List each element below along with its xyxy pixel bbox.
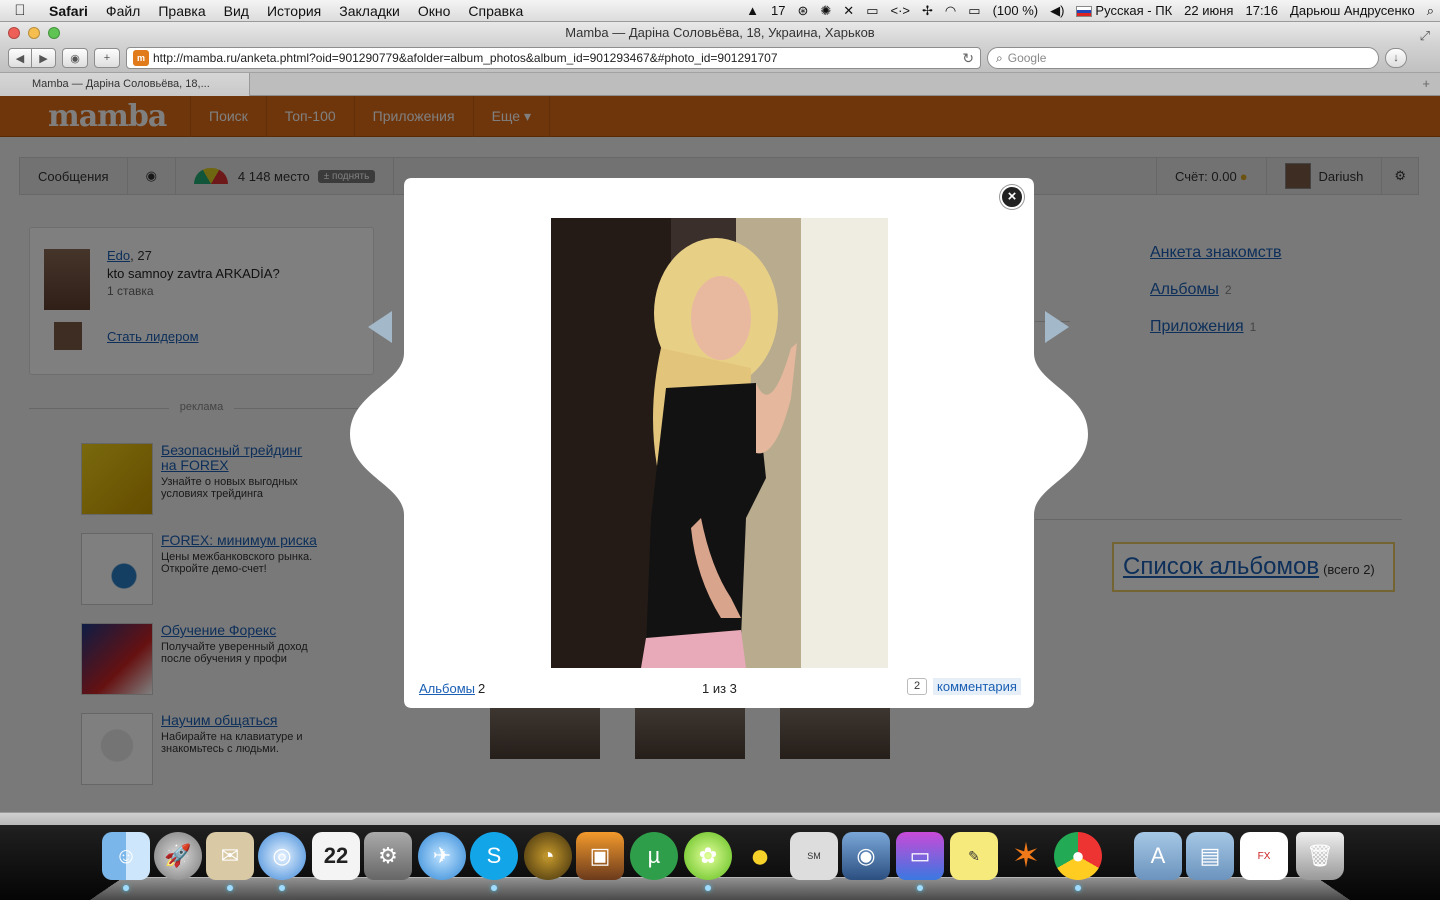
history-nav: ◀ ▶ bbox=[8, 48, 56, 68]
running-indicator bbox=[279, 885, 285, 891]
radar-icon[interactable]: ◔ bbox=[524, 832, 572, 880]
script-icon[interactable]: ⊛ bbox=[791, 3, 814, 19]
menu-edit[interactable]: Правка bbox=[149, 3, 214, 19]
volume-icon[interactable]: ◀) bbox=[1044, 3, 1070, 19]
monitor-icon[interactable]: ▭ bbox=[860, 3, 884, 19]
address-bar[interactable]: m http://mamba.ru/anketa.phtml?oid=90129… bbox=[126, 47, 981, 69]
webpage: mamba Поиск Топ-100 Приложения Еще ▾ Соо… bbox=[0, 96, 1440, 812]
downloads-button[interactable]: ↓ bbox=[1385, 48, 1407, 68]
documents-folder-icon[interactable]: ▤ bbox=[1186, 832, 1234, 880]
menu-view[interactable]: Вид bbox=[215, 3, 258, 19]
battery-percent[interactable]: (100 %) bbox=[987, 3, 1045, 18]
menubar-status-area: ▲ 17 ⊛ ✺ ✕ ▭ <·> ✢ ◠ ▭ (100 %) ◀) Русска… bbox=[740, 3, 1440, 19]
launchpad-icon[interactable]: 🚀 bbox=[154, 832, 202, 880]
finder-icon[interactable]: ☺ bbox=[102, 832, 150, 880]
running-indicator bbox=[491, 885, 497, 891]
menubar-time[interactable]: 17:16 bbox=[1239, 3, 1284, 18]
window-bottom-edge bbox=[0, 812, 1440, 825]
skype-icon[interactable]: S bbox=[470, 832, 518, 880]
window-controls bbox=[8, 27, 60, 39]
comments[interactable]: 2 комментария bbox=[907, 678, 1021, 695]
window-title: Mamba — Даріна Соловьёва, 18, Украина, Х… bbox=[565, 25, 875, 40]
safari-icon[interactable]: ◎ bbox=[258, 832, 306, 880]
mail-icon[interactable]: ✉ bbox=[206, 832, 254, 880]
new-tab-icon[interactable]: + bbox=[1422, 76, 1430, 91]
input-source-label: Русская - ПК bbox=[1095, 3, 1173, 18]
photo-image bbox=[551, 218, 888, 668]
photo-counter: 1 из 3 bbox=[702, 681, 737, 696]
browser-toolbar: ◀ ▶ ◉ + m http://mamba.ru/anketa.phtml?o… bbox=[0, 44, 1440, 72]
applications-folder-icon[interactable]: A bbox=[1134, 832, 1182, 880]
menu-history[interactable]: История bbox=[258, 3, 330, 19]
running-indicator bbox=[1075, 885, 1081, 891]
prev-photo-arrow-icon[interactable] bbox=[368, 311, 392, 343]
close-icon[interactable]: × bbox=[1000, 185, 1024, 209]
back-button[interactable]: ◀ bbox=[8, 48, 32, 68]
utorrent-icon[interactable]: µ bbox=[630, 832, 678, 880]
forex-app-icon[interactable]: FX bbox=[1240, 832, 1288, 880]
dock: ☺ 🚀 ✉ ◎ 22 ⚙ ✈ S ◔ ▣ µ ✿ ● SM ◉ ▭ ✎ ✶ ● … bbox=[100, 832, 1350, 891]
tools-icon[interactable]: ✕ bbox=[837, 3, 860, 19]
avast-icon[interactable]: ✶ bbox=[1002, 832, 1050, 880]
ical-icon[interactable]: 22 bbox=[312, 832, 360, 880]
bluetooth-icon[interactable]: ✢ bbox=[916, 3, 939, 19]
system-preferences-icon[interactable]: ⚙ bbox=[364, 832, 412, 880]
modal-albums-count: 2 bbox=[478, 681, 486, 696]
facetime-icon[interactable]: ◉ bbox=[842, 832, 890, 880]
modal-albums: Альбомы 2 bbox=[419, 681, 485, 696]
close-window-button[interactable] bbox=[8, 27, 20, 39]
menubar-date[interactable]: 22 июня bbox=[1178, 3, 1239, 18]
forward-button[interactable]: ▶ bbox=[32, 48, 56, 68]
spotlight-icon[interactable]: ⌕ bbox=[1421, 3, 1440, 19]
menu-help[interactable]: Справка bbox=[459, 3, 532, 19]
add-bookmark-button[interactable]: + bbox=[94, 48, 120, 68]
running-indicator bbox=[917, 885, 923, 891]
tab-mamba[interactable]: Mamba — Даріна Соловьёва, 18,... bbox=[0, 73, 250, 96]
imac-icon[interactable]: ▭ bbox=[896, 832, 944, 880]
minimize-window-button[interactable] bbox=[28, 27, 40, 39]
search-field[interactable]: ⌕ Google bbox=[987, 47, 1379, 69]
search-icon: ⌕ bbox=[996, 50, 1003, 65]
search-placeholder: Google bbox=[1007, 51, 1047, 65]
app-status-icon[interactable]: ✺ bbox=[814, 3, 837, 19]
screenshot-button[interactable]: ◉ bbox=[62, 48, 88, 68]
menubar-user[interactable]: Дарьюш Андрусенко bbox=[1284, 3, 1421, 18]
adium-icon[interactable]: ● bbox=[736, 832, 784, 880]
menu-file[interactable]: Файл bbox=[97, 3, 149, 19]
menu-window[interactable]: Окно bbox=[409, 3, 460, 19]
wifi-icon[interactable]: ◠ bbox=[939, 3, 962, 19]
menu-app-name[interactable]: Safari bbox=[40, 3, 97, 19]
trash-icon[interactable]: 🗑 bbox=[1296, 832, 1344, 880]
menu-bookmarks[interactable]: Закладки bbox=[330, 3, 409, 19]
modal-albums-link[interactable]: Альбомы bbox=[419, 681, 475, 696]
reload-icon[interactable]: ↻ bbox=[962, 50, 974, 67]
battery-icon[interactable]: ▭ bbox=[962, 3, 986, 19]
mac-menubar:  Safari Файл Правка Вид История Закладк… bbox=[0, 0, 1440, 22]
chrome-icon[interactable]: ● bbox=[1054, 832, 1102, 880]
stickies-icon[interactable]: ✎ bbox=[950, 832, 998, 880]
tab-bar: Mamba — Даріна Соловьёва, 18,... + bbox=[0, 72, 1440, 96]
running-indicator bbox=[123, 885, 129, 891]
zoom-window-button[interactable] bbox=[48, 27, 60, 39]
solution-menu-icon[interactable]: SM bbox=[790, 832, 838, 880]
russian-flag-icon bbox=[1076, 6, 1093, 18]
icq-icon[interactable]: ✿ bbox=[684, 832, 732, 880]
code-icon[interactable]: <·> bbox=[885, 3, 917, 18]
main-photo[interactable] bbox=[551, 218, 888, 668]
running-indicator bbox=[705, 885, 711, 891]
input-source[interactable]: Русская - ПК bbox=[1070, 3, 1178, 18]
url-text: http://mamba.ru/anketa.phtml?oid=9012907… bbox=[153, 51, 778, 65]
mamba-favicon-icon: m bbox=[133, 50, 149, 66]
photo-viewer: × Альбомы 2 1 из 3 2 комментария bbox=[404, 178, 1034, 708]
mail-bird-icon[interactable]: ✈ bbox=[418, 832, 466, 880]
calendar-badge[interactable]: 17 bbox=[765, 3, 791, 18]
adobe-icon[interactable]: ▲ bbox=[740, 3, 765, 18]
comments-link[interactable]: комментария bbox=[933, 678, 1021, 695]
apple-menu-icon[interactable]:  bbox=[0, 2, 40, 19]
running-indicator bbox=[227, 885, 233, 891]
iphoto-icon[interactable]: ▣ bbox=[576, 832, 624, 880]
comment-bubble-icon: 2 bbox=[907, 678, 927, 695]
window-titlebar: Mamba — Даріна Соловьёва, 18, Украина, Х… bbox=[0, 22, 1440, 44]
next-photo-arrow-icon[interactable] bbox=[1045, 311, 1069, 343]
